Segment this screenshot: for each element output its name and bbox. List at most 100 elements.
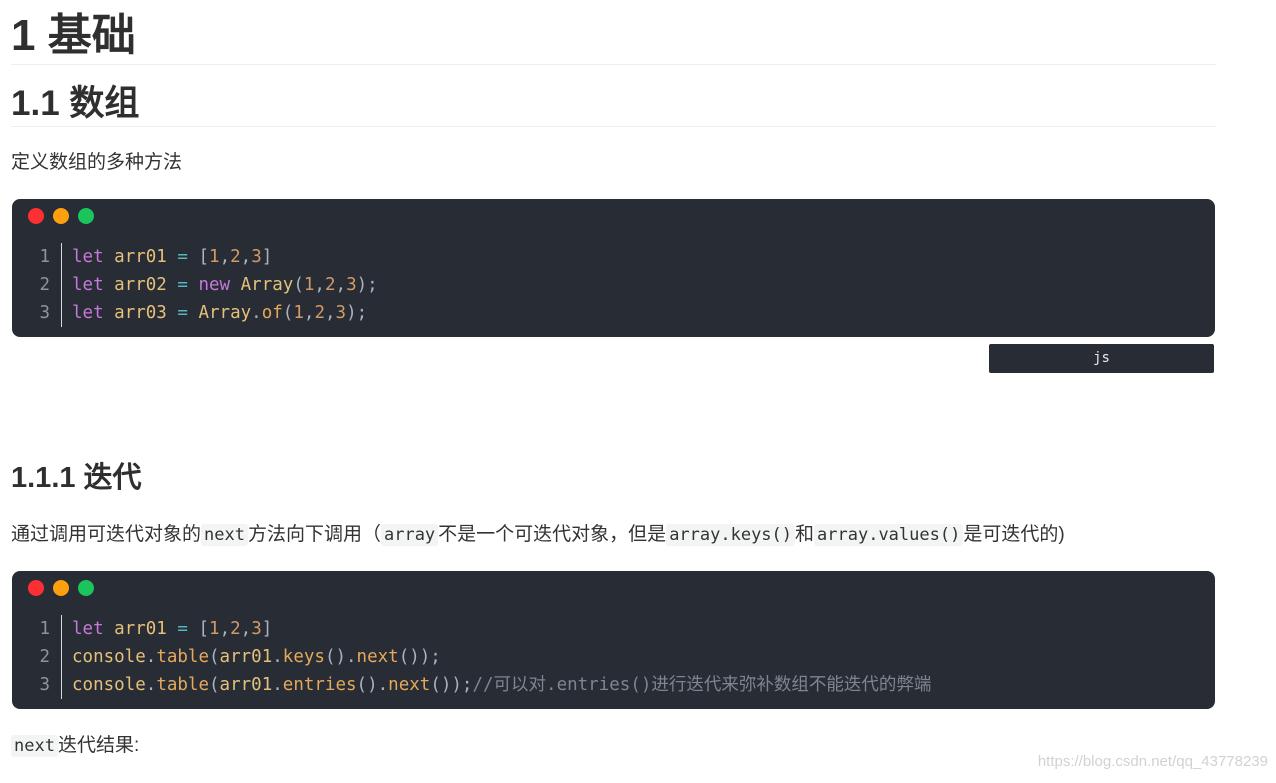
code-token: .	[272, 647, 283, 667]
code-token: =	[177, 247, 188, 267]
code-token: arr01	[219, 647, 273, 667]
code-block-1: 1 let arr01 = [1,2,3] 2 let arr02 = new Arr…	[12, 199, 1215, 337]
code-token: ]	[261, 247, 273, 267]
code-token: arr03	[114, 303, 167, 323]
inline-code: next	[201, 524, 248, 546]
code-token: .	[145, 647, 157, 667]
code-token: ());	[430, 675, 473, 695]
code-token: ,	[219, 247, 231, 267]
code-token: keys	[282, 647, 325, 667]
code-token: 2	[324, 275, 336, 295]
code-token: table	[156, 675, 209, 695]
code-token: ().	[356, 675, 389, 695]
para-text: 通过调用可迭代对象的	[11, 524, 202, 545]
code-token: ,	[240, 619, 252, 639]
code-token: next	[388, 675, 431, 695]
code-token: console	[72, 675, 146, 695]
line-number: 3	[12, 299, 62, 327]
code-token: let	[72, 247, 104, 267]
code-token: ,	[324, 303, 336, 323]
code-token: (	[293, 275, 304, 295]
code-token: 1	[209, 247, 220, 267]
code-token: =	[177, 303, 188, 323]
code-token: new	[198, 275, 231, 295]
code-token: ().	[324, 647, 357, 667]
code-token: .	[145, 675, 157, 695]
language-tag: js	[989, 344, 1214, 373]
code-token: ,	[335, 275, 347, 295]
code-token: Array	[198, 303, 252, 323]
code-token: of	[261, 303, 283, 323]
inline-code: next	[11, 735, 58, 757]
yellow-dot-icon	[53, 580, 69, 596]
code-text: let arr01 = [1,2,3]	[62, 615, 272, 643]
code-token: let	[72, 619, 104, 639]
code-token: (	[209, 675, 220, 695]
inline-code: array.keys()	[666, 524, 796, 546]
code-token: Array	[240, 275, 294, 295]
line-number: 2	[12, 271, 62, 299]
green-dot-icon	[78, 580, 94, 596]
line-number: 2	[12, 643, 62, 671]
para-text: 和	[795, 524, 815, 545]
window-dots	[28, 580, 94, 596]
code-token: 2	[230, 619, 241, 639]
inline-code: array	[380, 524, 439, 546]
inline-code: array.values()	[814, 524, 964, 546]
red-dot-icon	[28, 208, 44, 224]
code-lines: 1 let arr01 = [1,2,3] 2 console.table(arr01…	[12, 615, 931, 699]
paragraph-next-result: next 迭代结果:	[11, 732, 139, 760]
heading-1: 1 基础	[11, 8, 1216, 65]
code-token: let	[72, 303, 104, 323]
window-dots	[28, 208, 94, 224]
red-dot-icon	[28, 580, 44, 596]
heading-3: 1.1.1 迭代	[11, 462, 142, 494]
code-token: =	[177, 619, 188, 639]
code-token: (	[282, 303, 294, 323]
code-token: 3	[346, 275, 357, 295]
para-text: 是可迭代的)	[963, 524, 1065, 545]
code-token: .	[272, 675, 283, 695]
code-token: 3	[335, 303, 347, 323]
code-text: let arr02 = new Array(1,2,3);	[62, 271, 378, 299]
code-text: console.table(arr01.keys().next());	[62, 643, 441, 671]
code-token: ());	[398, 647, 441, 667]
code-token: 1	[303, 275, 315, 295]
line-number: 1	[12, 615, 62, 643]
code-token: ]	[261, 619, 273, 639]
code-token: 2	[230, 247, 241, 267]
code-text: console.table(arr01.entries().next());//…	[62, 671, 931, 699]
code-token: arr01	[219, 675, 273, 695]
code-token: entries	[282, 675, 357, 695]
code-token: //可以对.entries()进行迭代来弥补数组不能迭代的弊端	[472, 675, 932, 695]
code-token: 3	[251, 247, 262, 267]
code-token: 2	[314, 303, 325, 323]
code-token: next	[356, 647, 399, 667]
code-token: table	[156, 647, 209, 667]
code-token: );	[346, 303, 368, 323]
watermark: https://blog.csdn.net/qq_43778239	[1037, 753, 1268, 770]
code-line: 1 let arr01 = [1,2,3]	[12, 243, 378, 271]
yellow-dot-icon	[53, 208, 69, 224]
code-token: .	[251, 303, 262, 323]
paragraph-array-methods: 定义数组的多种方法	[11, 152, 183, 173]
code-token: 1	[209, 619, 220, 639]
code-line: 2 let arr02 = new Array(1,2,3);	[12, 271, 378, 299]
code-token: [	[187, 619, 210, 639]
code-token: ,	[219, 619, 231, 639]
code-token: ,	[314, 275, 325, 295]
code-token: (	[209, 647, 220, 667]
code-line: 2 console.table(arr01.keys().next());	[12, 643, 931, 671]
code-token: ,	[303, 303, 315, 323]
code-token: [	[187, 247, 210, 267]
line-number: 1	[12, 243, 62, 271]
code-token: ,	[240, 247, 252, 267]
